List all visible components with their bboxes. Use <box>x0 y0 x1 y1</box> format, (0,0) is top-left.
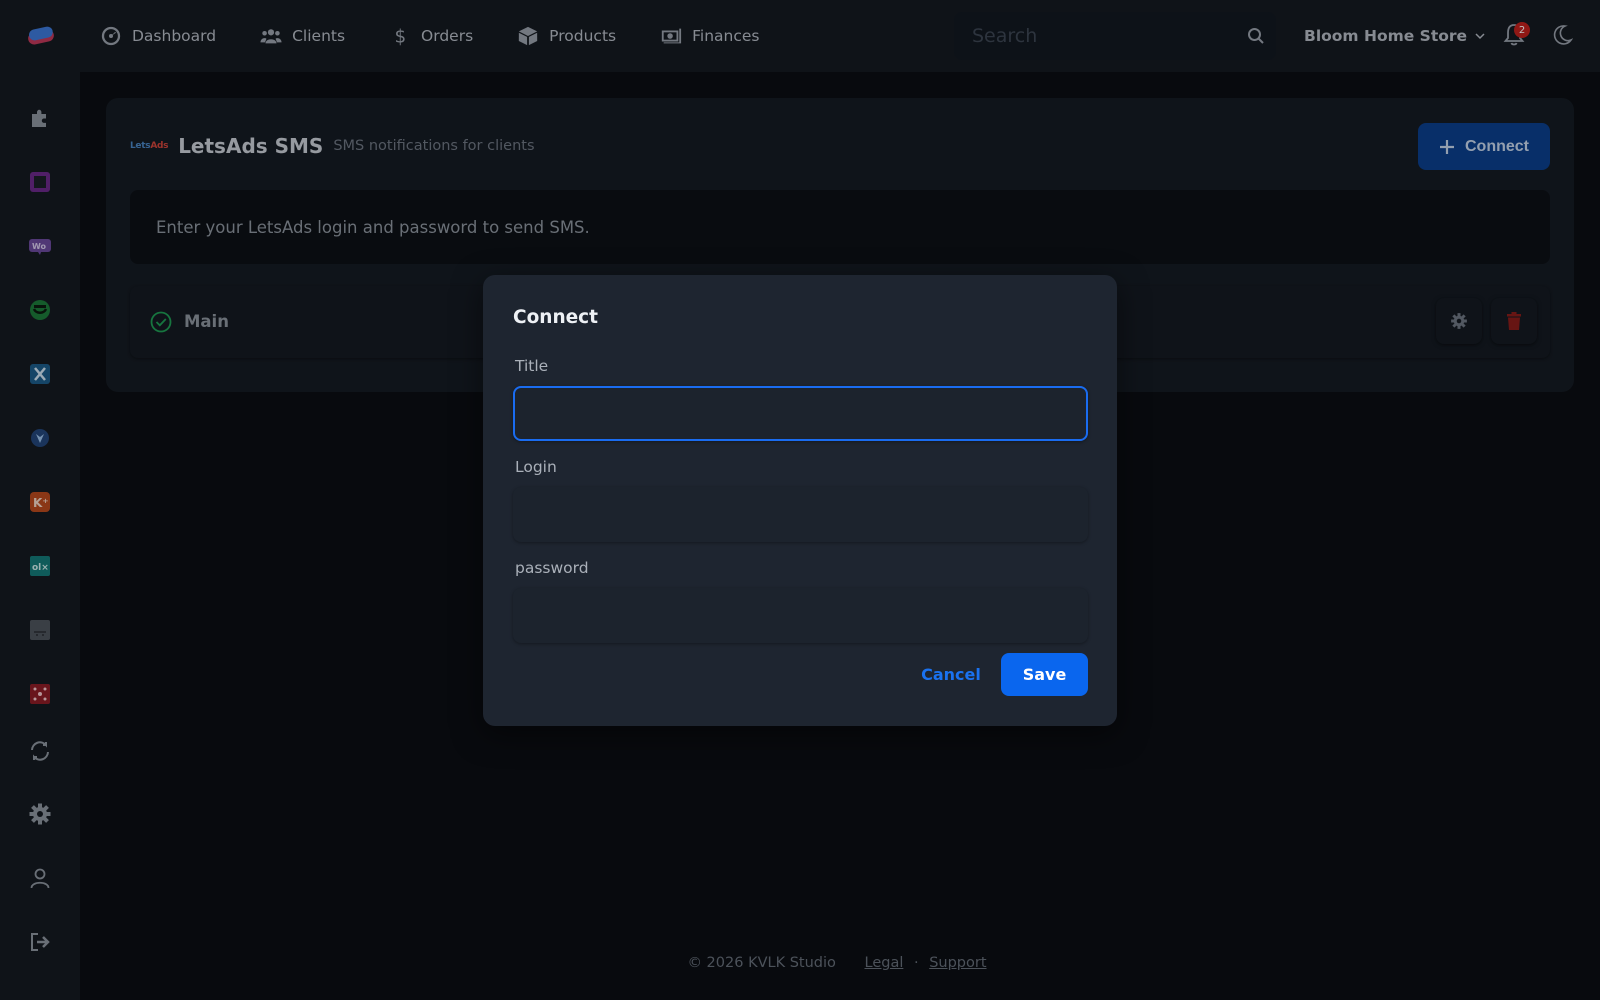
connect-modal: Connect Title Login password Cancel Save <box>483 275 1117 726</box>
login-input[interactable] <box>513 487 1088 542</box>
password-field-label: password <box>515 559 589 577</box>
title-field-label: Title <box>515 357 549 375</box>
modal-title: Connect <box>513 307 598 328</box>
save-button[interactable]: Save <box>1001 653 1088 696</box>
password-input[interactable] <box>513 588 1088 643</box>
title-input[interactable] <box>513 386 1088 441</box>
cancel-button[interactable]: Cancel <box>911 653 991 696</box>
login-field-label: Login <box>515 458 557 476</box>
